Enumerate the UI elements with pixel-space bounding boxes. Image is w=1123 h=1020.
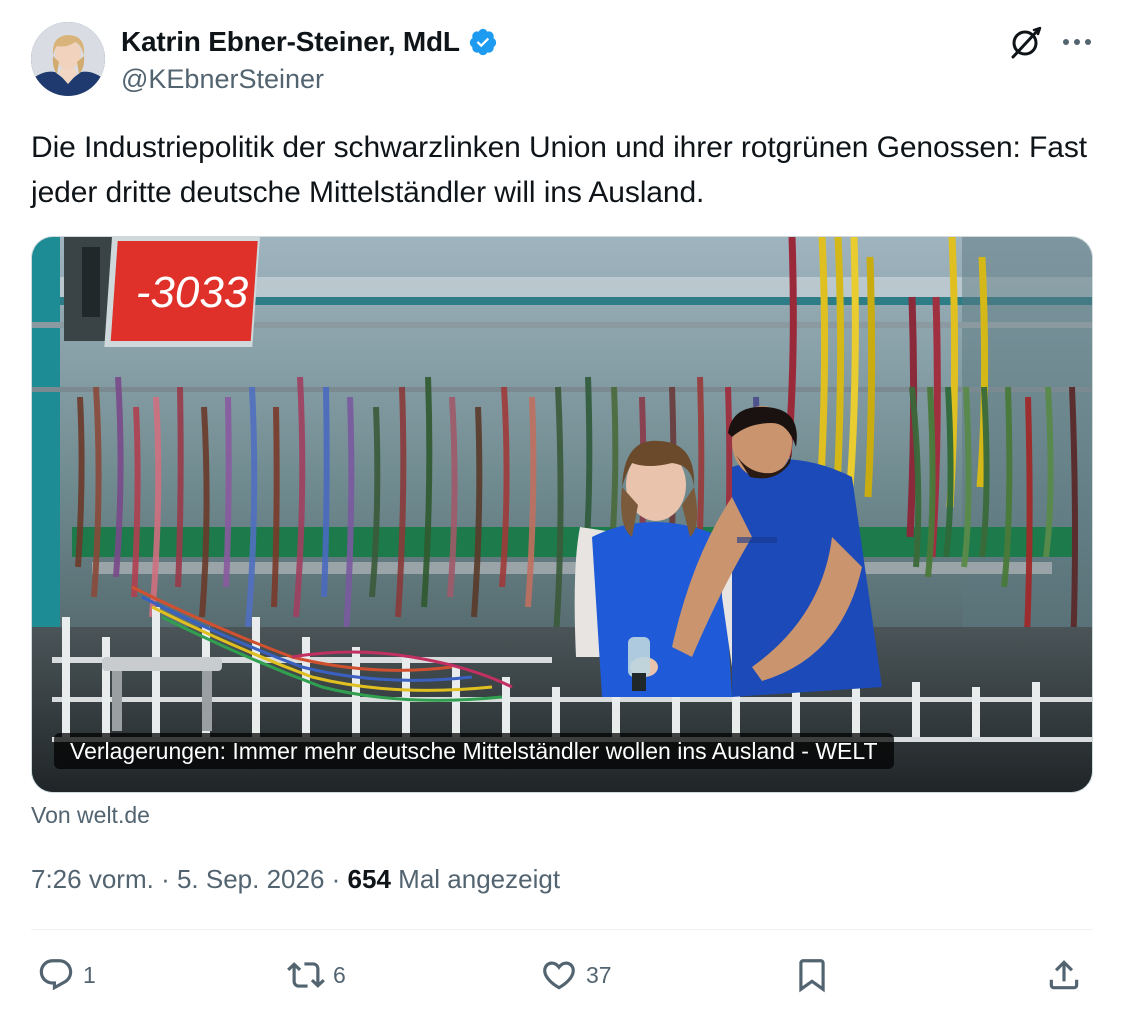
share-button[interactable]	[1045, 950, 1083, 1000]
article-image: -3033	[32, 237, 1092, 792]
like-count: 37	[586, 961, 612, 988]
views-label: Mal angezeigt	[398, 864, 561, 894]
bookmark-icon	[799, 959, 825, 993]
meta-separator: ·	[331, 864, 348, 894]
share-icon	[1049, 960, 1079, 990]
author-handle[interactable]: @KEbnerSteiner	[121, 64, 324, 95]
link-card-caption: Verlagerungen: Immer mehr deutsche Mitte…	[54, 733, 894, 769]
meta-separator: ·	[161, 864, 177, 894]
author-name-row: Katrin Ebner-Steiner, MdL	[121, 26, 498, 58]
reply-icon	[39, 959, 73, 991]
link-source[interactable]: Von welt.de	[31, 802, 150, 829]
divider	[31, 929, 1093, 930]
tweet-text: Die Industriepolitik der schwarzlinken U…	[31, 131, 1087, 209]
tweet-meta: 7:26 vorm. · 5. Sep. 2026 · 654 Mal ange…	[31, 864, 560, 895]
views-count: 654	[347, 864, 391, 894]
verified-badge-icon[interactable]	[468, 27, 498, 57]
grok-icon[interactable]	[1008, 24, 1044, 60]
heart-icon	[543, 961, 575, 990]
more-options-icon[interactable]	[1059, 24, 1095, 60]
repost-count: 6	[333, 961, 346, 988]
reply-count: 1	[83, 961, 96, 988]
tweet-header: Katrin Ebner-Steiner, MdL @KEbnerSteiner	[31, 22, 1093, 98]
tweet-time[interactable]: 7:26 vorm.	[31, 864, 154, 894]
tweet-date[interactable]: 5. Sep. 2026	[177, 864, 324, 894]
sign-number: -3033	[136, 268, 249, 317]
bookmark-button[interactable]	[793, 950, 831, 1000]
repost-icon	[287, 962, 325, 988]
like-button[interactable]: 37	[540, 950, 612, 1000]
action-bar: 1 6 37	[31, 950, 1093, 1000]
author-avatar[interactable]	[31, 22, 105, 96]
repost-button[interactable]: 6	[287, 950, 346, 1000]
author-display-name[interactable]: Katrin Ebner-Steiner, MdL	[121, 26, 460, 58]
sign-board: -3033	[64, 237, 260, 347]
link-preview-card[interactable]: -3033 Verlagerungen: Immer mehr deutsche…	[31, 236, 1093, 793]
reply-button[interactable]: 1	[37, 950, 96, 1000]
